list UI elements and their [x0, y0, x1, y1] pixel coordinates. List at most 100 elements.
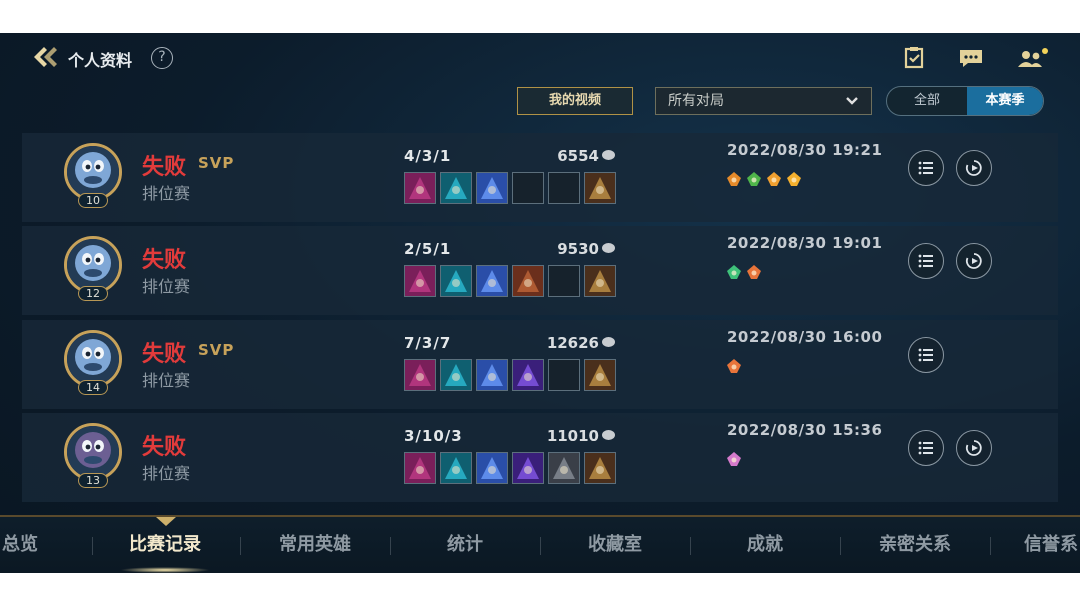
gold-value: 6554	[557, 147, 599, 165]
empty-item-slot	[548, 359, 580, 391]
match-details-button[interactable]	[908, 150, 944, 186]
achievement-badges	[725, 357, 743, 377]
replay-button[interactable]	[956, 243, 992, 279]
gold-coin-icon	[602, 150, 615, 160]
match-details-button[interactable]	[908, 430, 944, 466]
match-details-button[interactable]	[908, 243, 944, 279]
replay-button[interactable]	[956, 430, 992, 466]
bottom-nav: 总览 比赛记录 常用英雄 统计 收藏室 成就 亲密关系 信誉系	[0, 515, 1080, 573]
hero-portrait-icon	[67, 239, 119, 291]
chat-icon[interactable]	[958, 47, 984, 69]
replay-button[interactable]	[956, 150, 992, 186]
help-icon[interactable]: ?	[151, 47, 173, 69]
badge-pink-icon	[727, 452, 741, 466]
match-result: 失败	[142, 342, 187, 367]
toggle-current-season[interactable]: 本赛季	[967, 87, 1043, 115]
match-datetime: 2022/08/30 19:01	[727, 234, 883, 252]
page-title: 个人资料	[68, 51, 133, 70]
item-1-icon	[404, 265, 436, 297]
match-datetime: 2022/08/30 15:36	[727, 421, 883, 439]
svp-label: SVP	[198, 341, 235, 359]
match-result: 失败	[142, 248, 187, 273]
tab-overview[interactable]: 总览	[0, 517, 50, 573]
item-build	[404, 172, 616, 204]
item-2-icon	[440, 265, 472, 297]
item-2-icon	[440, 359, 472, 391]
badge-flame-icon	[787, 172, 801, 186]
replay-icon	[965, 160, 982, 176]
clipboard-check-icon[interactable]	[902, 47, 928, 69]
tab-achievements[interactable]: 成就	[712, 517, 818, 573]
item-3-icon	[476, 172, 508, 204]
tab-match-history[interactable]: 比赛记录	[112, 517, 218, 573]
tab-statistics[interactable]: 统计	[412, 517, 518, 573]
my-videos-button[interactable]: 我的视频	[517, 87, 633, 115]
game-mode: 排位赛	[142, 184, 191, 203]
gold-earned: 11010	[525, 427, 615, 445]
gold-value: 11010	[546, 427, 599, 445]
match-datetime: 2022/08/30 19:21	[727, 141, 883, 159]
badge-green-flag-icon	[747, 172, 761, 186]
match-result: 失败	[142, 435, 187, 460]
achievement-badges	[725, 263, 763, 283]
hero-level-badge: 12	[78, 286, 108, 301]
item-boots-icon	[584, 172, 616, 204]
item-boots-icon	[584, 359, 616, 391]
badge-fire-icon	[767, 172, 781, 186]
match-result: 失败	[142, 155, 187, 180]
achievement-badges	[725, 170, 803, 190]
match-row[interactable]: 10 失败 SVP 排位赛 4/3/1 6554 2022/08/30 19:21	[22, 133, 1058, 222]
gold-value: 9530	[557, 240, 599, 258]
tab-common-heroes[interactable]: 常用英雄	[262, 517, 368, 573]
game-mode: 排位赛	[142, 464, 191, 483]
nav-divider	[540, 537, 541, 555]
hero-portrait-icon	[67, 426, 119, 478]
kda-score: 7/3/7	[404, 334, 452, 352]
replay-icon	[965, 440, 982, 456]
gold-coin-icon	[602, 243, 615, 253]
item-1-icon	[404, 452, 436, 484]
tab-intimate-relations[interactable]: 亲密关系	[862, 517, 968, 573]
gold-value: 12626	[546, 334, 599, 352]
match-row[interactable]: 13 失败 排位赛 3/10/3 11010 2022/08/30 15:36	[22, 413, 1058, 502]
list-icon	[918, 254, 933, 268]
hero-level-badge: 13	[78, 473, 108, 488]
item-boots-icon	[584, 265, 616, 297]
nav-divider	[92, 537, 93, 555]
game-mode: 排位赛	[142, 277, 191, 296]
badge-orange-1-icon	[727, 172, 741, 186]
item-book-icon	[512, 265, 544, 297]
match-row[interactable]: 12 失败排位赛 2/5/1 9530 2022/08/30 19:01	[22, 226, 1058, 315]
match-details-button[interactable]	[908, 337, 944, 373]
item-boots-icon	[584, 452, 616, 484]
gold-coin-icon	[602, 337, 615, 347]
chevron-down-icon	[846, 97, 858, 105]
item-build	[404, 265, 616, 297]
tab-collection[interactable]: 收藏室	[562, 517, 668, 573]
nav-divider	[390, 537, 391, 555]
replay-icon	[965, 253, 982, 269]
gold-earned: 6554	[525, 147, 615, 165]
match-row[interactable]: 14 失败 SVP 排位赛 7/3/7 12626 2022/08/30 16:00	[22, 320, 1058, 409]
gold-earned: 9530	[525, 240, 615, 258]
svp-label: SVP	[198, 154, 235, 172]
nav-divider	[840, 537, 841, 555]
hero-level-badge: 14	[78, 380, 108, 395]
toggle-all[interactable]: 全部	[887, 87, 967, 115]
friends-icon[interactable]	[1016, 47, 1050, 69]
active-tab-glow	[120, 567, 210, 573]
back-icon[interactable]	[32, 45, 60, 69]
match-filter-select[interactable]: 所有对局	[655, 87, 872, 115]
hero-level-badge: 10	[78, 193, 108, 208]
match-datetime: 2022/08/30 16:00	[727, 328, 883, 346]
badge-green-heart-icon	[727, 265, 741, 279]
item-build	[404, 359, 616, 391]
item-4-icon	[512, 359, 544, 391]
tab-credit[interactable]: 信誉系	[1010, 517, 1080, 573]
item-1-icon	[404, 359, 436, 391]
empty-item-slot	[548, 265, 580, 297]
empty-item-slot	[548, 172, 580, 204]
item-1-icon	[404, 172, 436, 204]
kda-score: 2/5/1	[404, 240, 452, 258]
item-3-icon	[476, 452, 508, 484]
